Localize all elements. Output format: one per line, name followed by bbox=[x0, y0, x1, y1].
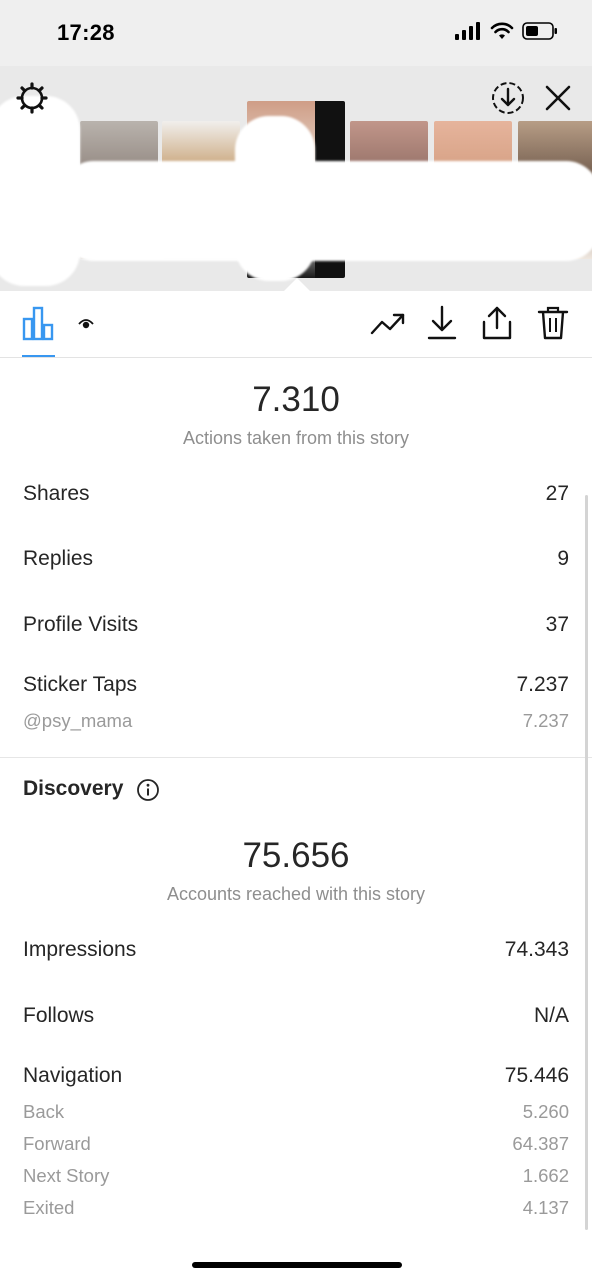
viewers-eye-icon[interactable] bbox=[78, 318, 94, 330]
redaction-mark bbox=[90, 216, 260, 256]
status-bar: 17:28 bbox=[0, 0, 592, 66]
insights-bar-chart-icon[interactable] bbox=[22, 305, 56, 341]
sticker-taps-row: Sticker Taps 7.237 bbox=[23, 673, 569, 701]
row-label: Follows bbox=[23, 1004, 95, 1027]
gear-icon[interactable] bbox=[16, 82, 48, 114]
row-value: 7.237 bbox=[522, 710, 569, 731]
row-value: 75.446 bbox=[504, 1064, 569, 1087]
row-label: Back bbox=[23, 1101, 65, 1122]
discovery-title: Discovery bbox=[23, 777, 124, 800]
navigation-row: Navigation 75.446 bbox=[23, 1064, 569, 1092]
wifi-icon bbox=[490, 22, 514, 39]
row-value: 74.343 bbox=[504, 938, 569, 961]
row-label: Shares bbox=[23, 482, 90, 505]
row-value: 9 bbox=[557, 547, 569, 570]
save-download-icon[interactable] bbox=[426, 305, 458, 341]
download-circle-icon[interactable] bbox=[490, 80, 526, 116]
section-divider bbox=[0, 757, 592, 758]
status-icons bbox=[454, 22, 558, 40]
battery-icon bbox=[522, 22, 557, 40]
shares-row: Shares 27 bbox=[23, 482, 569, 510]
navigation-next-story-row: Next Story 1.662 bbox=[23, 1165, 569, 1193]
cellular-signal-icon bbox=[455, 22, 480, 40]
row-label: Exited bbox=[23, 1197, 75, 1218]
story-toolbar bbox=[0, 291, 592, 358]
actions-caption: Actions taken from this story bbox=[182, 428, 410, 448]
row-value: N/A bbox=[533, 1004, 569, 1027]
promote-trend-icon[interactable] bbox=[370, 311, 406, 337]
redaction-mark bbox=[235, 116, 315, 281]
row-value: 1.662 bbox=[522, 1165, 569, 1186]
story-strip bbox=[0, 66, 592, 291]
sticker-mention-row: @psy_mama 7.237 bbox=[23, 710, 569, 738]
row-value: 5.260 bbox=[522, 1101, 569, 1122]
follows-row: Follows N/A bbox=[23, 1004, 569, 1032]
selected-story-pointer bbox=[284, 278, 310, 291]
replies-row: Replies 9 bbox=[23, 547, 569, 575]
reach-total: 75.656 bbox=[242, 836, 350, 875]
navigation-forward-row: Forward 64.387 bbox=[23, 1133, 569, 1161]
impressions-row: Impressions 74.343 bbox=[23, 938, 569, 966]
profile-visits-row: Profile Visits 37 bbox=[23, 613, 569, 641]
row-label: Profile Visits bbox=[23, 613, 139, 636]
reach-caption: Accounts reached with this story bbox=[166, 884, 426, 904]
home-indicator[interactable] bbox=[192, 1262, 402, 1268]
share-icon[interactable] bbox=[481, 305, 513, 341]
insights-tab-indicator bbox=[22, 355, 55, 357]
row-value: 27 bbox=[545, 482, 569, 505]
row-label: Impressions bbox=[23, 938, 137, 961]
row-value: 37 bbox=[545, 613, 569, 636]
navigation-back-row: Back 5.260 bbox=[23, 1101, 569, 1129]
navigation-exited-row: Exited 4.137 bbox=[23, 1197, 569, 1225]
delete-trash-icon[interactable] bbox=[537, 305, 569, 341]
status-time: 17:28 bbox=[57, 20, 115, 45]
row-label: Next Story bbox=[23, 1165, 110, 1186]
row-label: Navigation bbox=[23, 1064, 123, 1087]
close-icon[interactable] bbox=[544, 84, 572, 112]
row-value: 7.237 bbox=[516, 673, 569, 696]
row-label: Forward bbox=[23, 1133, 91, 1154]
info-icon[interactable] bbox=[136, 778, 160, 802]
row-value: 4.137 bbox=[522, 1197, 569, 1218]
row-label: @psy_mama bbox=[23, 710, 133, 731]
scrollbar[interactable] bbox=[585, 495, 588, 1230]
row-label: Sticker Taps bbox=[23, 673, 137, 696]
actions-total: 7.310 bbox=[252, 380, 340, 419]
row-label: Replies bbox=[23, 547, 94, 570]
row-value: 64.387 bbox=[512, 1133, 569, 1154]
